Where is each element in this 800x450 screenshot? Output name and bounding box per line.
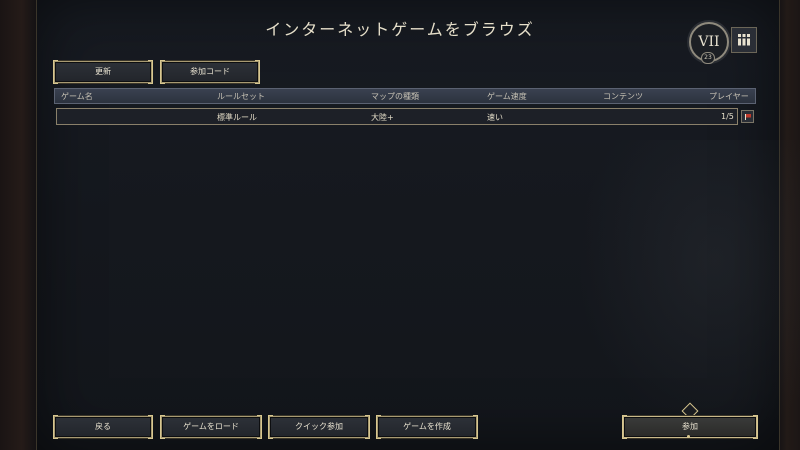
table-row[interactable]: 標準ルール 大陸+ 速い 1/5 [56,108,738,125]
grid-menu-icon [738,34,750,46]
cell-players: 1/5 [721,112,734,121]
background-left-edge [0,0,36,450]
column-header-game-name[interactable]: ゲーム名 [61,91,93,102]
report-button[interactable] [741,110,754,123]
quick-join-button[interactable]: クイック参加 [268,415,370,439]
era-number-badge: 23 [701,52,715,64]
table-header: ゲーム名 ルールセット マップの種類 ゲーム速度 コンテンツ プレイヤー [54,88,756,104]
page-title: インターネットゲームをブラウズ [265,20,535,39]
join-ornament-dot [687,435,690,438]
column-header-ruleset[interactable]: ルールセット [217,91,265,102]
refresh-button[interactable]: 更新 [53,60,153,84]
cell-game-speed: 速い [487,113,503,122]
column-header-players[interactable]: プレイヤー [709,91,749,102]
cell-map-type: 大陸+ [371,113,394,122]
back-button[interactable]: 戻る [53,415,153,439]
column-header-game-speed[interactable]: ゲーム速度 [487,91,527,102]
column-header-content[interactable]: コンテンツ [603,91,643,102]
column-header-map-type[interactable]: マップの種類 [371,91,419,102]
cell-ruleset: 標準ルール [217,113,257,122]
join-code-button[interactable]: 参加コード [160,60,260,84]
load-game-button[interactable]: ゲームをロード [160,415,262,439]
background-artwork [577,140,800,440]
join-button[interactable]: 参加 [622,415,758,439]
create-game-button[interactable]: ゲームを作成 [376,415,478,439]
report-flag-icon [744,113,751,120]
menu-button[interactable] [731,27,757,53]
